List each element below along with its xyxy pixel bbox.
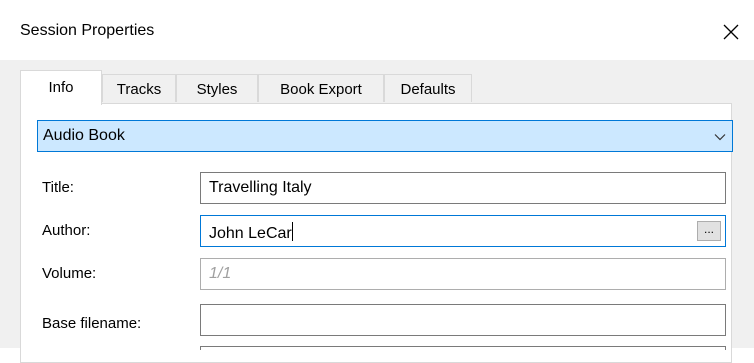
close-button[interactable] — [708, 10, 754, 54]
tab-styles[interactable]: Styles — [176, 74, 258, 102]
author-field-value: John LeCar — [209, 225, 292, 242]
author-label: Author: — [42, 222, 91, 239]
next-field-partial[interactable] — [200, 346, 726, 350]
window-title: Session Properties — [20, 22, 155, 39]
author-field[interactable]: John LeCar ... — [200, 215, 726, 247]
dialog-body: Info Tracks Styles Book Export Defaults … — [0, 60, 754, 363]
text-caret — [291, 222, 293, 241]
chevron-down-icon — [714, 134, 726, 141]
title-field[interactable]: Travelling Italy — [200, 172, 726, 204]
tab-book-export[interactable]: Book Export — [258, 74, 384, 102]
volume-field-placeholder: 1/1 — [209, 265, 232, 282]
close-icon — [723, 24, 739, 40]
preset-dropdown[interactable]: Audio Book — [37, 120, 733, 152]
tab-info[interactable]: Info — [20, 70, 102, 105]
title-label: Title: — [42, 179, 74, 196]
tab-tracks[interactable]: Tracks — [102, 74, 176, 102]
preset-dropdown-value: Audio Book — [43, 127, 125, 144]
base-filename-field[interactable] — [200, 304, 726, 336]
base-filename-label: Base filename: — [42, 315, 142, 332]
title-field-value: Travelling Italy — [209, 179, 312, 196]
volume-field[interactable]: 1/1 — [200, 258, 726, 290]
author-browse-button[interactable]: ... — [697, 221, 721, 241]
author-field-text: John LeCar — [209, 222, 293, 243]
volume-label: Volume: — [42, 265, 97, 282]
tab-defaults[interactable]: Defaults — [384, 74, 472, 102]
title-bar: Session Properties — [0, 0, 754, 60]
